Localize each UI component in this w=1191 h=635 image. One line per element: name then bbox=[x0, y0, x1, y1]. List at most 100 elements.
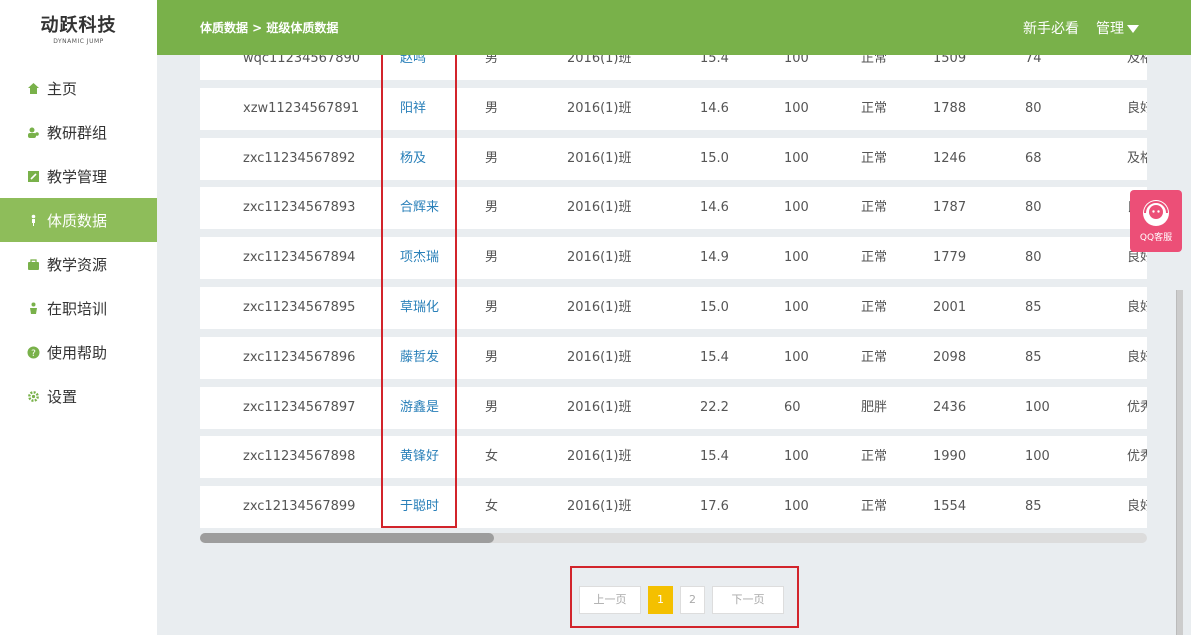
sex-cell: 男 bbox=[485, 250, 499, 266]
sidebar-item-training[interactable]: 在职培训 bbox=[0, 286, 157, 330]
sex-cell: 男 bbox=[485, 55, 499, 66]
bmi-grade-cell: 正常 bbox=[861, 349, 888, 365]
vital-capacity-cell: 1990 bbox=[933, 449, 967, 465]
student-id-cell: zxc12134567899 bbox=[243, 499, 356, 515]
class-cell: 2016(1)班 bbox=[567, 150, 632, 166]
logo[interactable]: 动跃科技 DYNAMIC JUMP bbox=[0, 0, 157, 55]
bmi-cell: 14.6 bbox=[700, 100, 729, 116]
bmi-score-cell: 100 bbox=[784, 449, 809, 465]
vital-capacity-cell: 1554 bbox=[933, 499, 967, 515]
bmi-score-cell: 100 bbox=[784, 349, 809, 365]
logo-subtext: DYNAMIC JUMP bbox=[53, 37, 104, 45]
page-2-button[interactable]: 2 bbox=[680, 586, 705, 614]
bmi-grade-cell: 正常 bbox=[861, 499, 888, 515]
bmi-grade-cell: 正常 bbox=[861, 250, 888, 266]
sidebar-item-label: 教研群组 bbox=[47, 123, 108, 142]
bmi-grade-cell: 正常 bbox=[861, 150, 888, 166]
class-cell: 2016(1)班 bbox=[567, 399, 632, 415]
overall-level-cell: 良好 bbox=[1127, 299, 1147, 315]
main-content: wqc11234567890 赵鸣男 2016(1)班 15.4 100 正常 1509 74… bbox=[157, 55, 1191, 635]
class-cell: 2016(1)班 bbox=[567, 250, 632, 266]
sex-cell: 女 bbox=[485, 449, 499, 465]
sidebar-item-help[interactable]: ? 使用帮助 bbox=[0, 330, 157, 374]
vital-capacity-score-cell: 80 bbox=[1025, 100, 1042, 116]
vital-capacity-score-cell: 74 bbox=[1025, 55, 1042, 66]
vital-capacity-score-cell: 100 bbox=[1025, 399, 1050, 415]
table-row: zxc11234567898 黄锋好女 2016(1)班 15.4 100 正常 1990 1… bbox=[200, 436, 1147, 479]
top-header: 体质数据 > 班级体质数据 新手必看 管理 bbox=[157, 0, 1191, 55]
sidebar-item-research-group[interactable]: 教研群组 bbox=[0, 110, 157, 154]
guide-link[interactable]: 新手必看 bbox=[1023, 18, 1079, 38]
student-id-cell: zxc11234567894 bbox=[243, 250, 356, 266]
sex-cell: 男 bbox=[485, 200, 499, 216]
vital-capacity-cell: 1788 bbox=[933, 100, 967, 116]
bmi-score-cell: 100 bbox=[784, 299, 809, 315]
pagination: 上一页 1 2 下一页 bbox=[573, 584, 798, 616]
overall-level-cell: 及格 bbox=[1127, 55, 1147, 66]
horizontal-scrollbar[interactable] bbox=[200, 533, 1147, 543]
vertical-scrollbar[interactable] bbox=[1176, 290, 1183, 635]
sidebar-item-settings[interactable]: 设置 bbox=[0, 374, 157, 418]
overall-level-cell: 优秀 bbox=[1127, 399, 1147, 415]
fitness-table: wqc11234567890 赵鸣男 2016(1)班 15.4 100 正常 1509 74… bbox=[200, 55, 1147, 536]
sex-cell: 女 bbox=[485, 499, 499, 515]
bmi-cell: 15.0 bbox=[700, 150, 729, 166]
sidebar-item-label: 教学资源 bbox=[47, 255, 108, 274]
overall-level-cell: 良好 bbox=[1127, 349, 1147, 365]
overall-level-cell: 及格 bbox=[1127, 150, 1147, 166]
student-id-cell: zxc11234567895 bbox=[243, 299, 356, 315]
class-cell: 2016(1)班 bbox=[567, 100, 632, 116]
page-1-button[interactable]: 1 bbox=[648, 586, 673, 614]
vital-capacity-score-cell: 80 bbox=[1025, 200, 1042, 216]
bmi-grade-cell: 正常 bbox=[861, 55, 888, 66]
sidebar-item-label: 在职培训 bbox=[47, 299, 108, 318]
sidebar: 动跃科技 DYNAMIC JUMP 主页 教研群组 教学管理 体质数据 教学资源… bbox=[0, 0, 157, 635]
sidebar-item-fitness-data[interactable]: 体质数据 bbox=[0, 198, 157, 242]
table-row: zxc11234567896 藤哲发男 2016(1)班 15.4 100 正常 2098 8… bbox=[200, 336, 1147, 379]
vital-capacity-score-cell: 85 bbox=[1025, 349, 1042, 365]
svg-text:?: ? bbox=[31, 349, 36, 359]
manage-menu[interactable]: 管理 bbox=[1096, 18, 1139, 38]
bmi-cell: 22.2 bbox=[700, 399, 729, 415]
class-cell: 2016(1)班 bbox=[567, 299, 632, 315]
table-row: zxc11234567895 草瑞化男 2016(1)班 15.0 100 正常 2001 8… bbox=[200, 286, 1147, 329]
sidebar-item-teaching-resources[interactable]: 教学资源 bbox=[0, 242, 157, 286]
bmi-cell: 15.4 bbox=[700, 55, 729, 66]
student-id-cell: zxc11234567893 bbox=[243, 200, 356, 216]
edit-icon bbox=[26, 169, 40, 183]
bmi-cell: 14.6 bbox=[700, 200, 729, 216]
logo-text: 动跃科技 bbox=[40, 14, 117, 36]
resource-icon bbox=[26, 257, 40, 271]
bmi-cell: 14.9 bbox=[700, 250, 729, 266]
bmi-cell: 17.6 bbox=[700, 499, 729, 515]
fitness-icon bbox=[26, 213, 40, 227]
headset-icon bbox=[1130, 198, 1182, 228]
prev-page-button[interactable]: 上一页 bbox=[579, 586, 641, 614]
table-row: zxc11234567894 项杰瑞男 2016(1)班 14.9 100 正常 1779 8… bbox=[200, 237, 1147, 280]
horizontal-scrollbar-thumb[interactable] bbox=[200, 533, 494, 543]
sidebar-item-label: 体质数据 bbox=[47, 211, 108, 230]
class-cell: 2016(1)班 bbox=[567, 449, 632, 465]
breadcrumb[interactable]: 体质数据 > 班级体质数据 bbox=[200, 19, 338, 36]
student-id-cell: zxc11234567896 bbox=[243, 349, 356, 365]
sex-cell: 男 bbox=[485, 299, 499, 315]
training-icon bbox=[26, 301, 40, 315]
qq-service-button[interactable]: QQ客服 bbox=[1130, 190, 1182, 252]
sidebar-item-home[interactable]: 主页 bbox=[0, 66, 157, 110]
sidebar-item-label: 教学管理 bbox=[47, 167, 108, 186]
sidebar-item-teaching-management[interactable]: 教学管理 bbox=[0, 154, 157, 198]
class-cell: 2016(1)班 bbox=[567, 349, 632, 365]
sidebar-item-label: 使用帮助 bbox=[47, 343, 108, 362]
bmi-cell: 15.4 bbox=[700, 449, 729, 465]
bmi-score-cell: 100 bbox=[784, 250, 809, 266]
next-page-button[interactable]: 下一页 bbox=[712, 586, 784, 614]
bmi-cell: 15.4 bbox=[700, 349, 729, 365]
bmi-cell: 15.0 bbox=[700, 299, 729, 315]
vital-capacity-score-cell: 80 bbox=[1025, 250, 1042, 266]
vital-capacity-cell: 1779 bbox=[933, 250, 967, 266]
student-id-cell: wqc11234567890 bbox=[243, 55, 361, 66]
caret-down-icon bbox=[1127, 24, 1139, 33]
student-id-cell: zxc11234567892 bbox=[243, 150, 356, 166]
bmi-grade-cell: 正常 bbox=[861, 299, 888, 315]
sidebar-item-label: 设置 bbox=[47, 387, 78, 406]
